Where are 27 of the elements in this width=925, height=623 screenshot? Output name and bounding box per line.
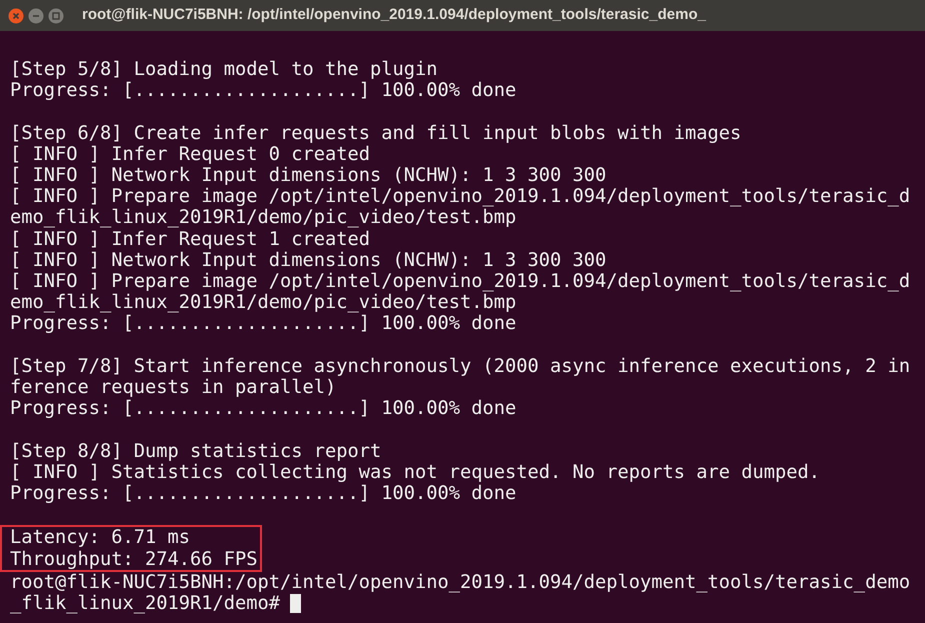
output-line: [Step 5/8] Loading model to the plugin [10,59,438,80]
output-line: [Step 8/8] Dump statistics report [10,440,382,462]
output-line: Progress: [....................] 100.00% done [10,313,516,335]
output-line: ference requests in parallel) [10,377,336,398]
output-line: [ INFO ] Infer Request 1 created [10,228,370,250]
output-line: Throughput: 274.66 FPS [10,548,258,570]
output-line: Progress: [....................] 100.00% done [10,483,516,504]
output-line: emo_flik_linux_2019R1/demo/pic_video/test.bmp [10,292,516,314]
minimize-icon[interactable] [28,8,44,24]
prompt-line: root@flik-NUC7i5BNH:/opt/intel/openvino_2019.1.094/deployment_tools/terasic_demo [10,572,910,594]
output-line: Latency: 6.71 ms [10,527,190,549]
maximize-icon[interactable] [48,8,64,24]
output-line: [ INFO ] Infer Request 0 created [10,144,370,165]
output-line: [Step 7/8] Start inference asynchronously (2000 async inference executions, 2 in [10,356,910,378]
prompt-line: _flik_linux_2019R1/demo# [10,593,280,614]
window-title: root@flik-NUC7i5BNH: /opt/intel/openvino_2019.1.094/deployment_tools/terasic_demo_ [82,5,706,26]
output-line: [ INFO ] Statistics collecting was not requested. No reports are dumped. [10,462,820,484]
output-line: Progress: [....................] 100.00% done [10,398,516,420]
output-line: Progress: [....................] 100.00% done [10,80,516,102]
output-line: [ INFO ] Prepare image /opt/intel/openvino_2019.1.094/deployment_tools/terasic_d [10,186,910,208]
output-line: [Step 6/8] Create infer requests and fill input blobs with images [10,122,742,144]
output-line: emo_flik_linux_2019R1/demo/pic_video/test.bmp [10,207,516,229]
text-cursor [290,594,302,614]
output-line: [ INFO ] Network Input dimensions (NCHW): 1 3 300 300 [10,165,606,186]
output-line: [ INFO ] Network Input dimensions (NCHW): 1 3 300 300 [10,250,606,272]
close-icon[interactable] [8,8,24,24]
output-line: [ INFO ] Prepare image /opt/intel/openvino_2019.1.094/deployment_tools/terasic_d [10,271,910,292]
